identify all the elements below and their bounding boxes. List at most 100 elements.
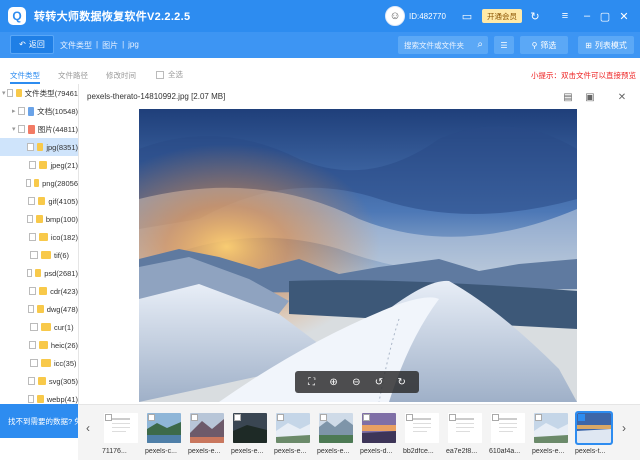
zoom-in-icon[interactable]: ⊕ (329, 377, 337, 388)
help-bar[interactable]: 找不到需要的数据? 免 (0, 404, 78, 438)
prev-arrow-icon[interactable]: ‹ (86, 421, 90, 435)
thumbnail[interactable]: pexels-e... (532, 411, 570, 457)
monitor-icon[interactable]: ▭ (460, 9, 474, 23)
tree-item[interactable]: psd(2681) (0, 264, 78, 282)
rotate-left-icon[interactable]: ↺ (375, 377, 383, 388)
list-mode-button[interactable]: ⊞ 列表模式 (578, 36, 634, 54)
close-preview-icon[interactable]: ✕ (615, 90, 629, 104)
tree-checkbox[interactable] (28, 341, 37, 349)
tree-item[interactable]: bmp(100) (0, 210, 78, 228)
filter-button[interactable]: ⚲ 筛选 (520, 36, 568, 54)
next-arrow-icon[interactable]: › (622, 421, 626, 435)
menu-icon[interactable]: ≡ (558, 9, 572, 23)
search-icon[interactable]: ⌕ (477, 39, 483, 50)
fit-screen-icon[interactable]: ⛶ (308, 377, 315, 388)
tree-checkbox[interactable] (18, 107, 25, 115)
refresh-icon[interactable]: ↻ (528, 9, 542, 23)
tree-item[interactable]: cur(1) (0, 318, 78, 336)
tree-checkbox[interactable] (6, 89, 13, 97)
minimize-icon[interactable]: – (580, 9, 594, 23)
tree-item[interactable]: jpeg(21) (0, 156, 78, 174)
avatar[interactable]: ☺ (385, 6, 405, 26)
maximize-icon[interactable]: ▢ (598, 9, 612, 23)
tree-checkbox[interactable] (27, 215, 34, 223)
user-id: ID:482770 (409, 11, 446, 21)
tree-item[interactable]: cdr(423) (0, 282, 78, 300)
tree-item[interactable]: png(28056 (0, 174, 78, 192)
info-icon[interactable]: ▤ (561, 90, 575, 104)
tree-checkbox[interactable] (30, 323, 38, 331)
save-icon[interactable]: ▣ (583, 90, 597, 104)
user-area[interactable]: ☺ ID:482770 (385, 6, 446, 26)
thumbnail-checkbox[interactable] (363, 414, 370, 421)
tree-checkbox[interactable] (27, 305, 34, 313)
tree-item[interactable]: heic(26) (0, 336, 78, 354)
tab-file-path[interactable]: 文件路径 (58, 70, 88, 81)
breadcrumb-item[interactable]: 文件类型 (60, 40, 92, 51)
tree-item[interactable]: gif(4105) (0, 192, 78, 210)
thumbnail-checkbox[interactable] (148, 414, 155, 421)
thumbnail[interactable]: pexels-e... (231, 411, 269, 457)
thumbnail-checkbox[interactable] (449, 414, 456, 421)
select-all-checkbox[interactable] (156, 70, 164, 79)
thumbnail-checkbox[interactable] (191, 414, 198, 421)
breadcrumb-item: jpg (128, 40, 139, 49)
thumbnail[interactable]: pexels-t... (575, 411, 613, 457)
tree-checkbox[interactable] (28, 233, 37, 241)
thumbnail[interactable]: 71176... (102, 411, 140, 457)
sort-button[interactable]: ☰ (494, 36, 514, 54)
tree-item[interactable]: ▾ 图片(44811) (0, 120, 78, 138)
tree-checkbox[interactable] (18, 125, 25, 133)
tree-checkbox[interactable] (30, 359, 38, 367)
tree-checkbox[interactable] (28, 197, 35, 205)
tree-checkbox[interactable] (26, 179, 32, 187)
tree-checkbox[interactable] (28, 377, 35, 385)
back-button[interactable]: ↶ 返回 (10, 35, 54, 54)
breadcrumb-item[interactable]: 图片 (102, 40, 118, 51)
thumbnail-checkbox[interactable] (320, 414, 327, 421)
tree-item[interactable]: ico(182) (0, 228, 78, 246)
thumbnail[interactable]: pexels-e... (188, 411, 226, 457)
folder-icon (39, 341, 48, 349)
thumbnail[interactable]: bb2dfce... (403, 411, 441, 457)
zoom-out-icon[interactable]: ⊖ (352, 377, 360, 388)
tree-checkbox[interactable] (26, 269, 33, 277)
thumbnail[interactable]: pexels-c... (145, 411, 183, 457)
thumbnail[interactable]: ea7e2f8... (446, 411, 484, 457)
select-all[interactable]: 全选 (156, 69, 183, 80)
tree-item-label: 图片(44811) (37, 124, 78, 134)
vip-button[interactable]: 开通会员 (482, 9, 522, 23)
tree-checkbox[interactable] (27, 395, 34, 403)
tree-item[interactable]: icc(35) (0, 354, 78, 372)
tree-checkbox[interactable] (28, 161, 36, 169)
thumbnail[interactable]: 610af4a... (489, 411, 527, 457)
thumbnail[interactable]: pexels-e... (274, 411, 312, 457)
rotate-right-icon[interactable]: ↻ (397, 377, 405, 388)
thumbnail-checkbox[interactable] (578, 414, 585, 421)
tree-item[interactable]: svg(305) (0, 372, 78, 390)
tab-file-type[interactable]: 文件类型 (10, 70, 40, 81)
tree-item[interactable]: ▸ 文档(10548) (0, 102, 78, 120)
thumbnail-caption: 71176... (102, 448, 127, 455)
thumbnail-checkbox[interactable] (277, 414, 284, 421)
thumbnail-checkbox[interactable] (406, 414, 413, 421)
thumbnail-checkbox[interactable] (234, 414, 241, 421)
tree-checkbox[interactable] (30, 251, 38, 259)
thumbnail[interactable]: pexels-e... (317, 411, 355, 457)
tree-item[interactable]: webp(41) (0, 390, 78, 404)
tab-modified-time[interactable]: 修改时间 (106, 70, 136, 81)
tree-checkbox[interactable] (27, 143, 34, 151)
search-input[interactable]: 搜索文件或文件夹 ⌕ (398, 36, 488, 54)
tree-item[interactable]: tif(6) (0, 246, 78, 264)
tree-checkbox[interactable] (28, 287, 36, 295)
breadcrumb-separator: | (122, 40, 125, 49)
close-icon[interactable]: ✕ (617, 9, 631, 23)
thumbnail-checkbox[interactable] (535, 414, 542, 421)
tree-item[interactable]: dwg(478) (0, 300, 78, 318)
tree-item[interactable]: jpg(8351) (0, 138, 78, 156)
thumbnail-checkbox[interactable] (492, 414, 499, 421)
thumbnail-caption: pexels-e... (532, 448, 565, 455)
tree-item[interactable]: ▾ 文件类型(79461 (0, 84, 78, 102)
thumbnail[interactable]: pexels-d... (360, 411, 398, 457)
thumbnail-checkbox[interactable] (105, 414, 112, 421)
